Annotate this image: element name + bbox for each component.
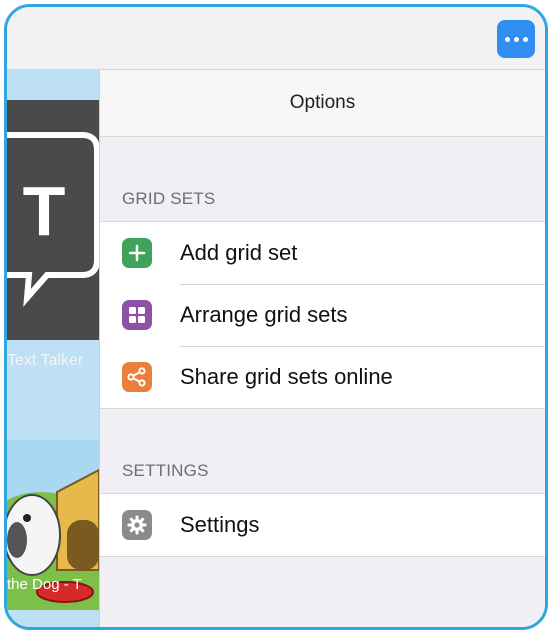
- grid-sets-group: Add grid set Arrange grid sets Share gri…: [100, 221, 545, 409]
- add-grid-set-item[interactable]: Add grid set: [100, 222, 545, 284]
- share-grid-sets-online-item[interactable]: Share grid sets online: [100, 346, 545, 408]
- grid-set-tile-text-talker[interactable]: T: [7, 100, 100, 340]
- top-toolbar: [7, 7, 545, 70]
- grid-set-label: the Dog - T: [7, 576, 82, 593]
- grid-set-list-background: T Text Talker the Dog - T: [7, 70, 100, 627]
- share-grid-sets-online-label: Share grid sets online: [180, 364, 393, 389]
- options-panel: Options GRID SETS Add grid set Arrange g…: [99, 70, 545, 627]
- gear-icon: [122, 510, 152, 540]
- plus-icon: [122, 238, 152, 268]
- settings-label: Settings: [180, 512, 260, 537]
- svg-text:T: T: [23, 172, 66, 250]
- settings-group: Settings: [100, 493, 545, 557]
- speech-bubble-icon: T: [7, 132, 100, 307]
- more-options-button[interactable]: [497, 20, 535, 58]
- settings-item[interactable]: Settings: [100, 494, 545, 556]
- share-icon: [122, 362, 152, 392]
- ellipsis-icon: [503, 36, 530, 42]
- grid-icon: [122, 300, 152, 330]
- app-window: T Text Talker the Dog - T Options GRID S…: [4, 4, 548, 630]
- section-header-grid-sets: GRID SETS: [122, 189, 216, 208]
- panel-title: Options: [100, 70, 545, 137]
- arrange-grid-sets-label: Arrange grid sets: [180, 302, 348, 327]
- add-grid-set-label: Add grid set: [180, 240, 298, 265]
- arrange-grid-sets-item[interactable]: Arrange grid sets: [100, 284, 545, 346]
- section-header-settings: SETTINGS: [122, 461, 209, 480]
- grid-set-label: Text Talker: [7, 352, 84, 369]
